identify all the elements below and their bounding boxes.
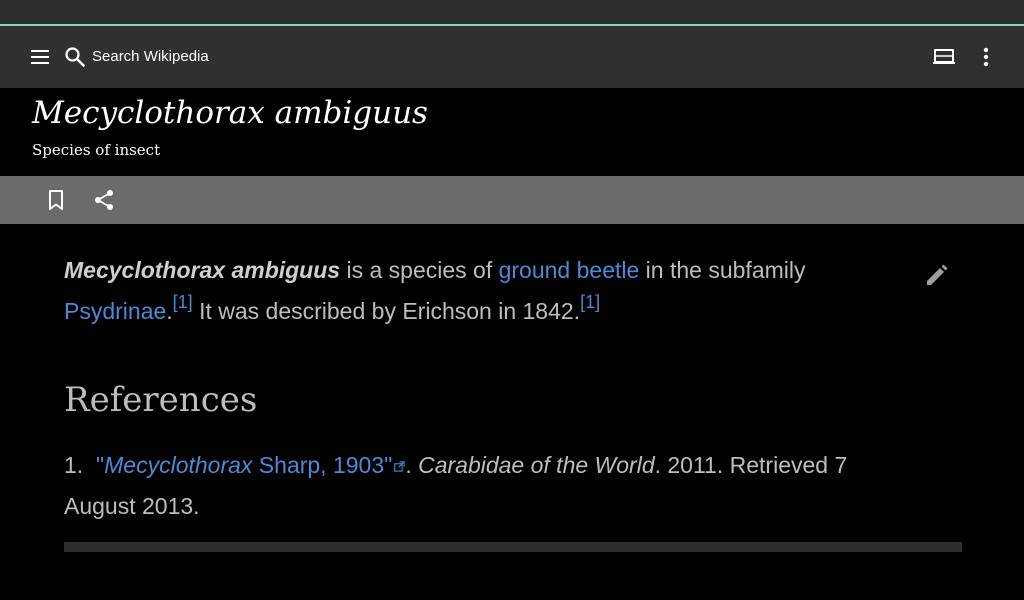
system-status-bar xyxy=(0,0,1024,24)
search-input[interactable]: Search Wikipedia xyxy=(92,48,209,65)
tabs-icon xyxy=(933,49,955,64)
list-item: 1. "Mecyclothorax Sharp, 1903". Carabida… xyxy=(64,445,904,527)
reference-link[interactable]: "Mecyclothorax Sharp, 1903" xyxy=(96,452,405,478)
reference-source: Carabidae of the World xyxy=(418,452,655,478)
references-heading: References xyxy=(64,380,258,420)
more-vert-icon xyxy=(983,47,989,67)
more-options-button[interactable] xyxy=(974,43,998,71)
bookmark-icon xyxy=(49,190,63,210)
tabs-button[interactable] xyxy=(930,43,958,71)
reference-list: 1. "Mecyclothorax Sharp, 1903". Carabida… xyxy=(64,445,904,527)
save-to-reading-list-button[interactable] xyxy=(44,188,68,212)
reference-text: . xyxy=(405,452,419,478)
article-header: Mecyclothorax ambiguus Species of insect xyxy=(0,88,1024,176)
psydrinae-link[interactable]: Psydrinae xyxy=(64,298,166,324)
share-button[interactable] xyxy=(92,188,116,212)
top-toolbar: Search Wikipedia xyxy=(0,26,1024,88)
menu-button[interactable] xyxy=(24,43,56,71)
lead-text: It was described by Erichson in 1842. xyxy=(192,298,581,324)
edit-section-button[interactable] xyxy=(922,262,950,290)
menu-icon xyxy=(31,50,49,64)
citation-link[interactable]: [1] xyxy=(173,292,193,312)
lead-text: . xyxy=(166,298,173,324)
lead-text: is a species of xyxy=(340,257,499,283)
share-icon xyxy=(95,190,113,210)
ground-beetle-link[interactable]: ground beetle xyxy=(499,257,640,283)
reference-number: 1. xyxy=(64,452,84,478)
species-name: Mecyclothorax ambiguus xyxy=(64,257,341,283)
article-lead-paragraph: Mecyclothorax ambiguus is a species of g… xyxy=(64,250,864,332)
section-divider xyxy=(64,542,962,552)
lead-text: in the subfamily xyxy=(639,257,806,283)
article-description: Species of insect xyxy=(32,141,161,159)
search-icon xyxy=(65,47,85,67)
article-title: Mecyclothorax ambiguus xyxy=(32,95,428,131)
external-link-icon xyxy=(394,461,405,472)
citation-link[interactable]: [1] xyxy=(580,292,600,312)
search-bar[interactable]: Search Wikipedia xyxy=(64,42,484,72)
article-action-bar xyxy=(0,176,1024,224)
pencil-icon xyxy=(927,264,948,285)
